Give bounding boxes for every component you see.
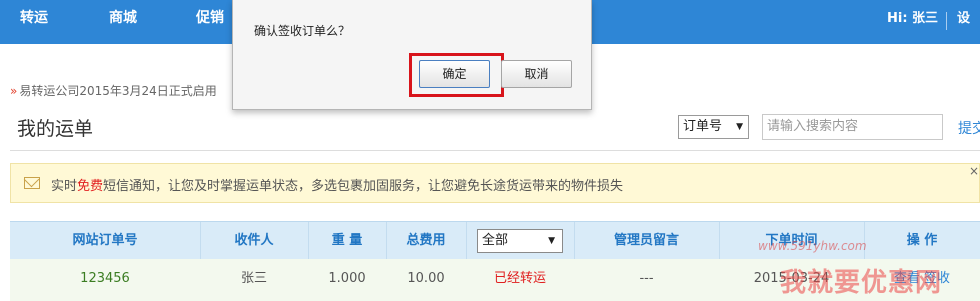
title-divider <box>10 150 980 151</box>
status-filter-select[interactable]: 全部 ▼ <box>477 229 563 253</box>
search-input[interactable]: 请输入搜索内容 <box>762 114 943 140</box>
user-greeting[interactable]: Hi: 张三 <box>887 0 938 44</box>
caret-down-icon: ▼ <box>548 236 555 246</box>
column-divider <box>466 222 467 260</box>
page-title: 我的运单 <box>17 118 94 140</box>
header-order-no: 网站订单号 <box>72 233 138 248</box>
nav-item-mall[interactable]: 商城 <box>109 0 137 44</box>
cell-recipient: 张三 <box>240 271 267 286</box>
dialog-message: 确认签收订单么？ <box>254 24 351 38</box>
sms-notice-banner: 实时免费短信通知，让您及时掌握运单状态，多选包裹加固服务，让您避免长途货运带来的… <box>10 163 980 203</box>
banner-text-after: 短信通知，让您及时掌握运单状态，多选包裹加固服务，让您避免长途货运带来的物件损失 <box>103 179 624 194</box>
confirm-button[interactable]: 确定 <box>419 60 490 88</box>
watermark-url: www.591yhw.com <box>758 239 867 253</box>
cell-weight: 1.000 <box>328 271 366 286</box>
announcement-text: 易转运公司2015年3月24日正式启用 <box>19 84 217 98</box>
banner-text-before: 实时 <box>51 179 78 194</box>
search-field-select[interactable]: 订单号 ▼ <box>678 115 749 139</box>
nav-item-transfer[interactable]: 转运 <box>20 0 48 44</box>
header-action: 操 作 <box>906 233 938 248</box>
nav-settings-link[interactable]: 设置 <box>957 0 980 64</box>
mail-icon <box>24 177 40 189</box>
cell-admin-message: --- <box>639 271 654 286</box>
cell-order-no[interactable]: 123456 <box>10 259 200 301</box>
banner-text: 实时免费短信通知，让您及时掌握运单状态，多选包裹加固服务，让您避免长途货运带来的… <box>51 175 623 194</box>
search-field-value: 订单号 <box>683 119 723 134</box>
cell-total-fee: 10.00 <box>407 271 445 286</box>
watermark-text: 我就要优惠网 <box>780 268 943 298</box>
header-recipient: 收件人 <box>234 233 274 248</box>
cell-status: 已经转运 <box>493 271 546 286</box>
header-admin-message: 管理员留言 <box>613 233 679 248</box>
double-arrow-icon: » <box>10 84 18 98</box>
nav-item-promotion[interactable]: 促销 <box>196 0 224 44</box>
nav-divider <box>946 12 947 30</box>
close-icon[interactable]: × <box>969 164 979 178</box>
status-filter-value: 全部 <box>482 233 509 248</box>
banner-text-highlight: 免费 <box>77 179 104 194</box>
announcement: » 易转运公司2015年3月24日正式启用 <box>10 82 217 99</box>
caret-down-icon: ▼ <box>736 122 743 132</box>
confirm-dialog: 确认签收订单么？ 确定 取消 <box>232 0 592 110</box>
header-total-fee: 总费用 <box>406 233 446 248</box>
search-submit-link[interactable]: 提交 <box>958 118 980 138</box>
header-weight: 重 量 <box>331 233 363 248</box>
cancel-button[interactable]: 取消 <box>501 60 572 88</box>
